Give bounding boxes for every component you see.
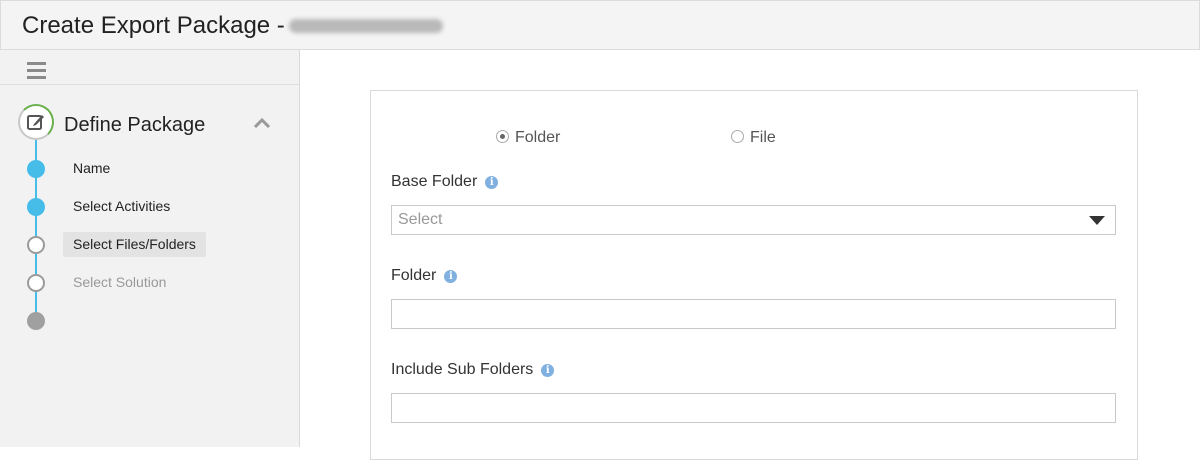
step-progress-ring (18, 104, 54, 140)
base-folder-select[interactable]: Select (391, 205, 1116, 235)
step-dot-files (27, 236, 45, 254)
step-dot-solution (27, 274, 45, 292)
step-dot-activities (27, 198, 45, 216)
step-dot-end (27, 312, 45, 330)
redacted-package-name (289, 19, 443, 33)
radio-file-label: File (750, 129, 776, 146)
radio-folder[interactable]: Folder (496, 129, 560, 147)
edit-icon (27, 115, 44, 130)
hamburger-icon[interactable] (27, 62, 46, 79)
radio-file[interactable]: File (731, 129, 776, 147)
step-select-files-folders[interactable]: Select Files/Folders (63, 232, 206, 257)
step-select-activities[interactable]: Select Activities (63, 194, 180, 219)
radio-folder-label: Folder (515, 129, 561, 146)
sidebar: Define Package Name Select Activities Se… (0, 50, 300, 447)
info-icon[interactable]: i (444, 270, 458, 283)
page-title: Create Export Package - (22, 12, 285, 39)
info-icon[interactable]: i (485, 176, 499, 189)
base-folder-placeholder: Select (398, 211, 443, 228)
base-folder-label-row: Base Folder i (391, 173, 499, 191)
folder-label-row: Folder i (391, 267, 458, 285)
title-bar: Create Export Package - (0, 0, 1200, 50)
step-name[interactable]: Name (63, 156, 120, 181)
radio-unselected-icon (731, 130, 744, 143)
base-folder-label: Base Folder (391, 173, 478, 190)
step-select-solution: Select Solution (73, 274, 167, 290)
step-dot-name (27, 160, 45, 178)
form-panel: Folder File Base Folder i Select Folder i … (370, 90, 1138, 460)
folder-label: Folder (391, 267, 437, 284)
folder-input[interactable] (391, 299, 1116, 329)
radio-selected-icon (496, 130, 509, 143)
info-icon[interactable]: i (541, 364, 555, 377)
caret-down-icon (1089, 216, 1105, 225)
include-sub-folders-input[interactable] (391, 393, 1116, 423)
include-sub-folders-label-row: Include Sub Folders i (391, 361, 555, 379)
include-sub-folders-label: Include Sub Folders (391, 361, 534, 378)
chevron-up-icon[interactable] (252, 116, 272, 130)
sidebar-divider (0, 84, 299, 85)
section-title: Define Package (64, 114, 206, 136)
